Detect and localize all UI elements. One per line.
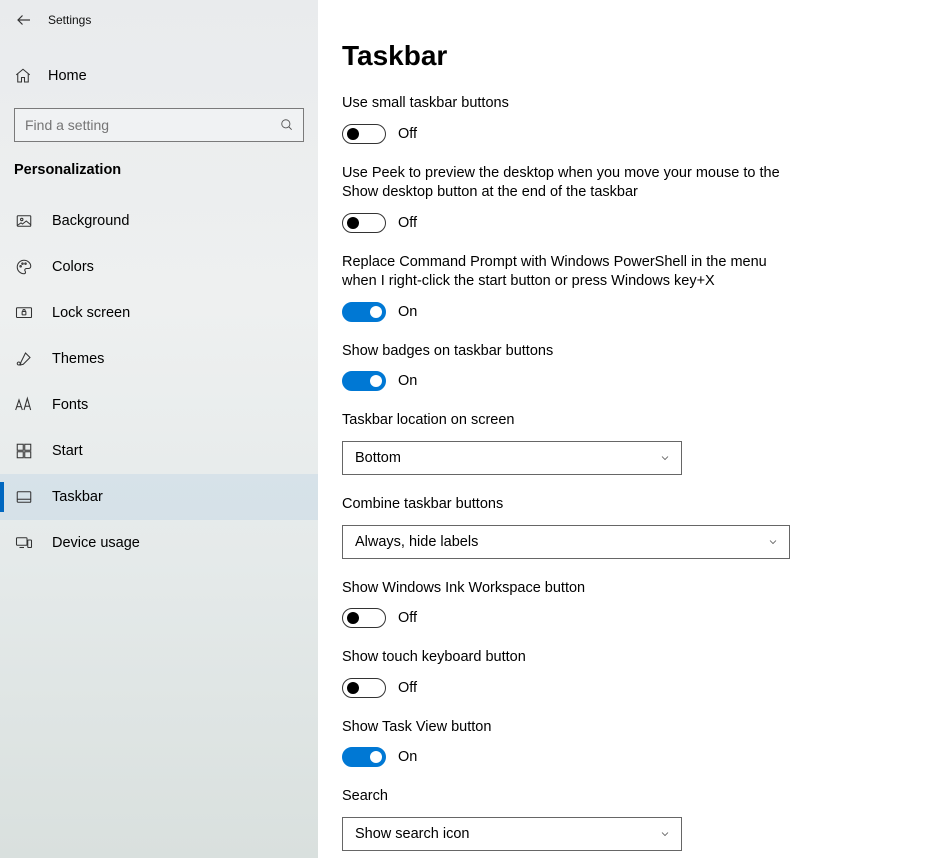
toggle-state: On [398,304,417,320]
toggle-badges[interactable] [342,371,386,391]
select-value: Bottom [355,450,401,466]
section-header: Personalization [0,162,318,178]
select-search-mode[interactable]: Show search icon [342,817,682,851]
setting-label: Show badges on taskbar buttons [342,342,802,362]
palette-icon [15,258,33,276]
toggle-state: Off [398,215,417,231]
setting-label: Search [342,787,802,807]
main-content: Taskbar Use small taskbar buttons Off Us… [318,0,939,858]
setting-label: Replace Command Prompt with Windows Powe… [342,253,802,292]
chevron-down-icon [659,452,671,464]
nav-item-label: Lock screen [52,305,130,321]
toggle-task-view[interactable] [342,747,386,767]
setting-label: Use Peek to preview the desktop when you… [342,164,802,203]
nav-item-label: Background [52,213,129,229]
setting-label: Show Windows Ink Workspace button [342,579,802,599]
setting-ink: Show Windows Ink Workspace button Off [342,579,802,629]
page-title: Taskbar [342,40,909,72]
lockscreen-icon [15,304,33,322]
search-input[interactable] [14,108,304,142]
setting-label: Show touch keyboard button [342,648,802,668]
toggle-state: On [398,749,417,765]
toggle-state: Off [398,680,417,696]
nav-item-lockscreen[interactable]: Lock screen [0,290,318,336]
search-container [0,108,318,142]
sidebar: Settings Home Personalization Background… [0,0,318,858]
nav-list: Background Colors Lock screen Themes Fon… [0,198,318,566]
taskbar-icon [15,488,33,506]
fonts-icon [14,396,34,414]
titlebar: Settings [0,0,318,40]
chevron-down-icon [659,828,671,840]
setting-label: Use small taskbar buttons [342,94,802,114]
setting-powershell: Replace Command Prompt with Windows Powe… [342,253,802,322]
setting-label: Combine taskbar buttons [342,495,802,515]
toggle-state: On [398,373,417,389]
setting-task-view: Show Task View button On [342,718,802,768]
nav-item-label: Start [52,443,83,459]
back-arrow-icon [15,11,33,29]
nav-item-fonts[interactable]: Fonts [0,382,318,428]
nav-item-label: Colors [52,259,94,275]
setting-touch-keyboard: Show touch keyboard button Off [342,648,802,698]
toggle-peek[interactable] [342,213,386,233]
brush-icon [15,350,33,368]
setting-label: Show Task View button [342,718,802,738]
chevron-down-icon [767,536,779,548]
toggle-ink[interactable] [342,608,386,628]
select-value: Show search icon [355,826,469,842]
nav-item-label: Device usage [52,535,140,551]
nav-home[interactable]: Home [0,54,318,98]
setting-location: Taskbar location on screen Bottom [342,411,802,475]
nav-item-deviceusage[interactable]: Device usage [0,520,318,566]
nav-item-background[interactable]: Background [0,198,318,244]
toggle-state: Off [398,610,417,626]
toggle-powershell[interactable] [342,302,386,322]
select-location[interactable]: Bottom [342,441,682,475]
back-button[interactable] [6,2,42,38]
toggle-small-buttons[interactable] [342,124,386,144]
setting-combine: Combine taskbar buttons Always, hide lab… [342,495,802,559]
nav-item-taskbar[interactable]: Taskbar [0,474,318,520]
home-icon [14,67,32,85]
nav-item-label: Themes [52,351,104,367]
nav-item-colors[interactable]: Colors [0,244,318,290]
start-icon [15,442,33,460]
select-value: Always, hide labels [355,534,478,550]
setting-small-buttons: Use small taskbar buttons Off [342,94,802,144]
nav-item-label: Fonts [52,397,88,413]
setting-search-mode: Search Show search icon [342,787,802,851]
app-title: Settings [48,13,91,27]
nav-item-label: Taskbar [52,489,103,505]
picture-icon [15,212,33,230]
device-usage-icon [15,534,33,552]
toggle-touch-keyboard[interactable] [342,678,386,698]
toggle-state: Off [398,126,417,142]
nav-home-label: Home [48,68,87,84]
setting-badges: Show badges on taskbar buttons On [342,342,802,392]
setting-label: Taskbar location on screen [342,411,802,431]
nav-item-start[interactable]: Start [0,428,318,474]
select-combine[interactable]: Always, hide labels [342,525,790,559]
nav-item-themes[interactable]: Themes [0,336,318,382]
setting-peek: Use Peek to preview the desktop when you… [342,164,802,233]
